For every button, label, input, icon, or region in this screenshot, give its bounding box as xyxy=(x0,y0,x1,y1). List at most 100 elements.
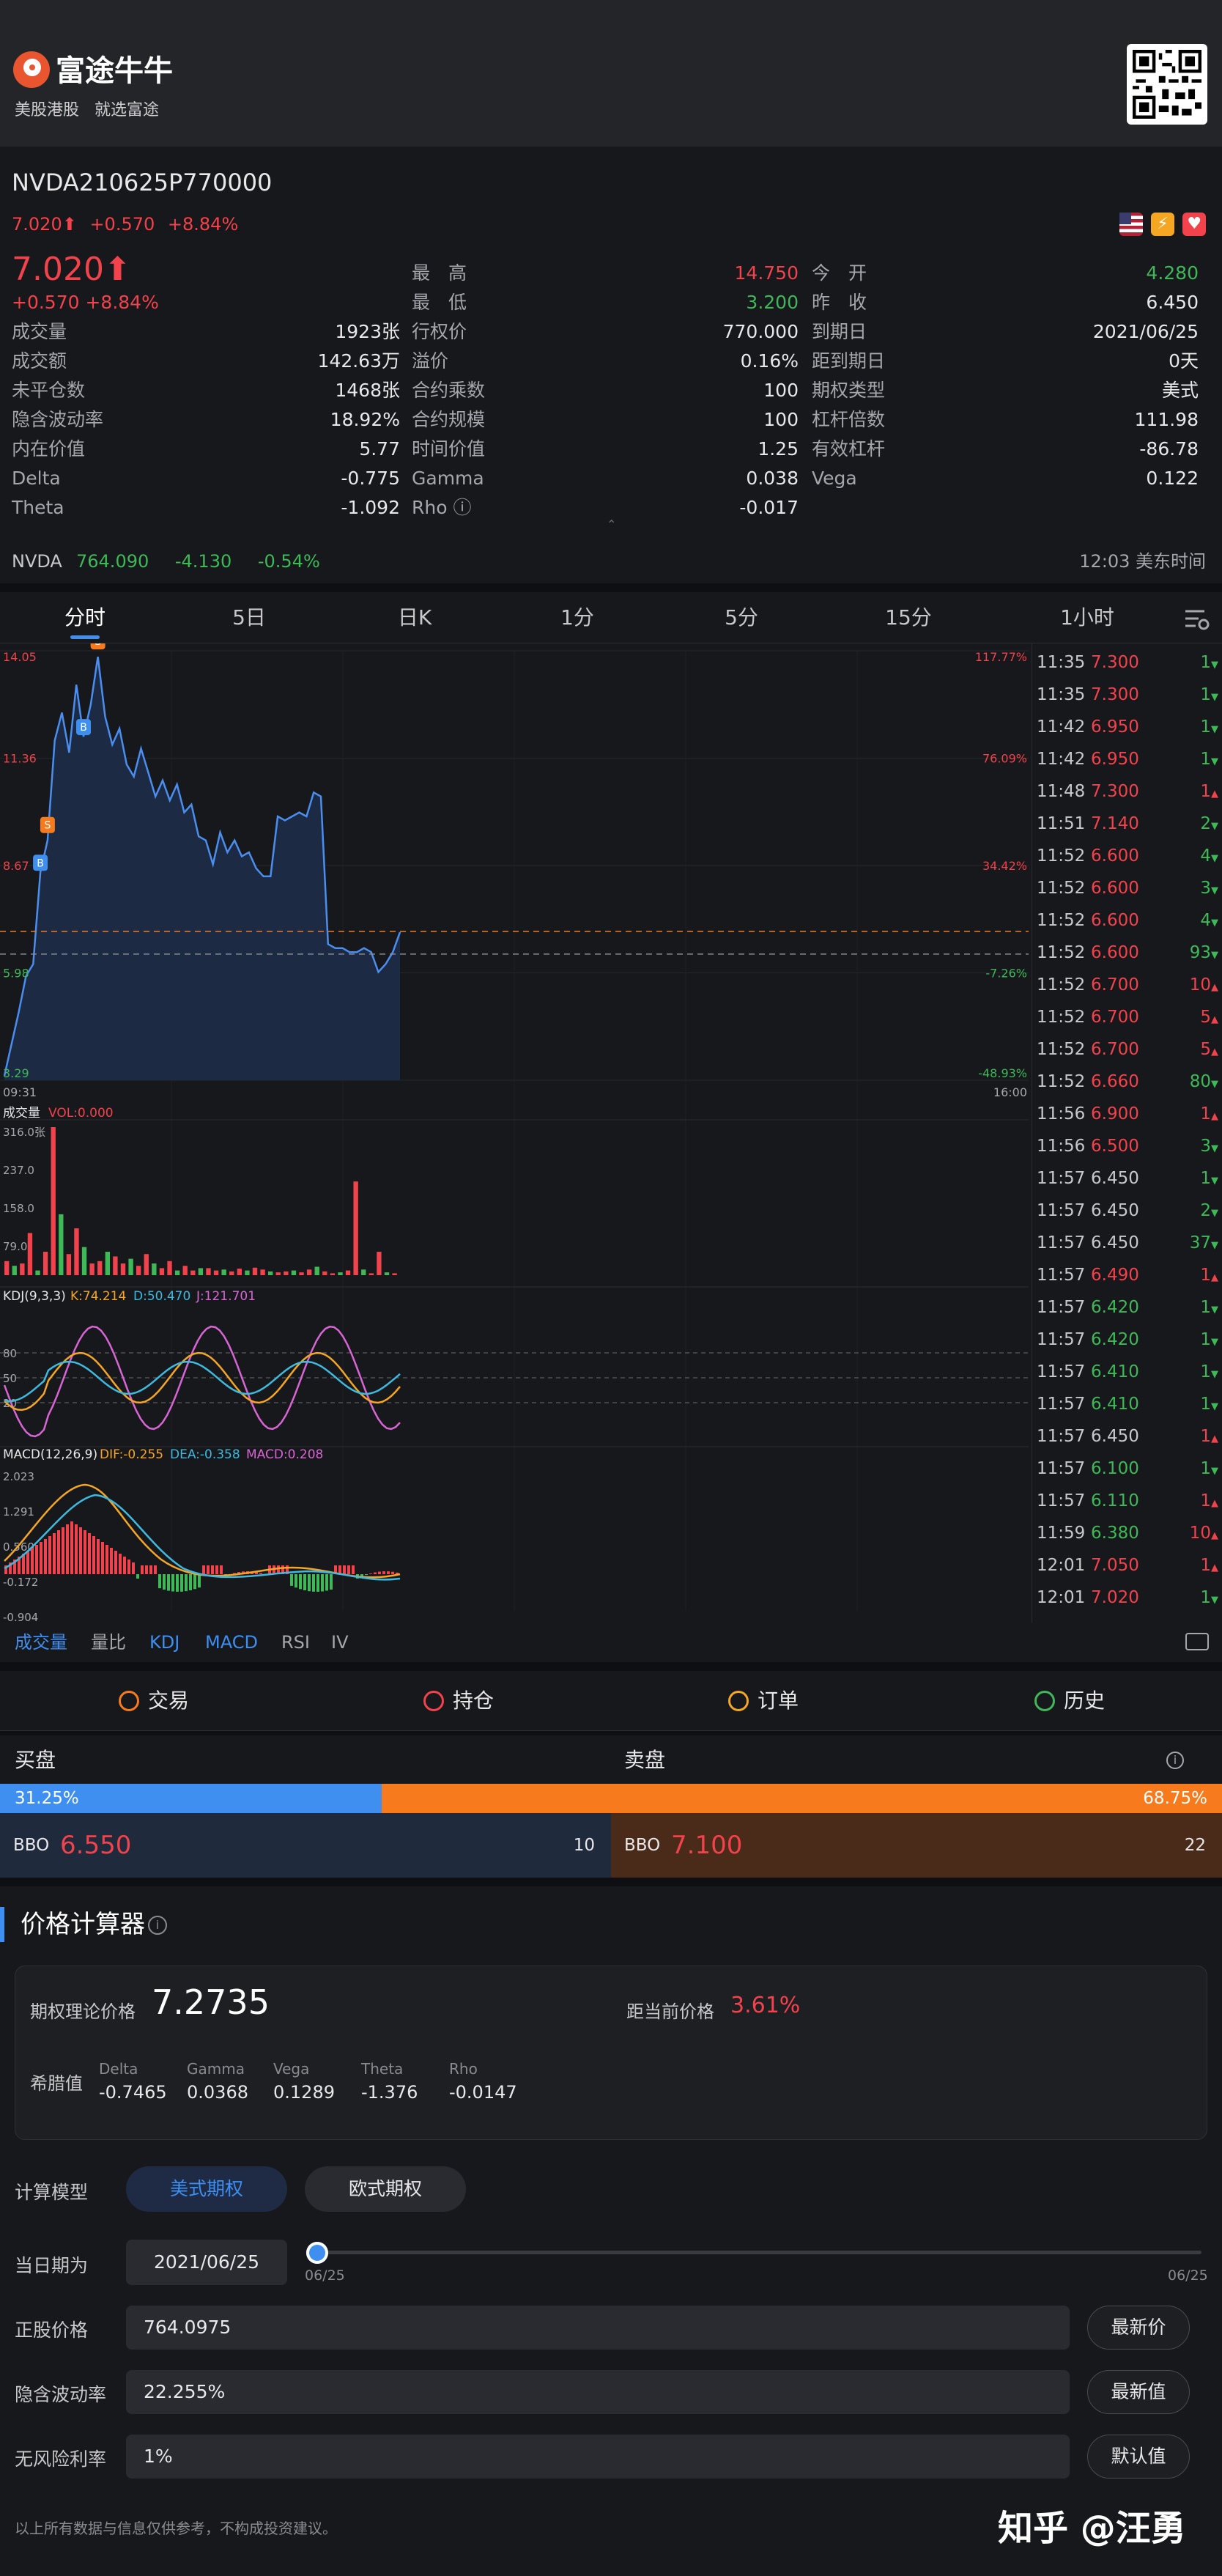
stat-row: 溢价 0.16% xyxy=(412,349,799,374)
trade-price: 6.600 xyxy=(1091,846,1139,866)
macd-bar xyxy=(374,1572,377,1574)
action-1[interactable]: 持仓 xyxy=(423,1671,494,1731)
trade-qty: 1▲ xyxy=(1200,1549,1218,1584)
date-slider-track[interactable] xyxy=(316,2251,1201,2254)
time-and-sales-list[interactable]: 11:35 7.300 1▼ 11:35 7.300 1▼ 11:42 6.950 1▼ 11:4… xyxy=(1032,643,1222,1623)
trade-row[interactable]: 11:56 6.900 1▲ xyxy=(1032,1098,1222,1130)
tab-4[interactable]: 5分 xyxy=(725,592,758,643)
keyboard-icon[interactable] xyxy=(1185,1633,1209,1650)
trade-row[interactable]: 11:52 6.700 5▲ xyxy=(1032,1033,1222,1066)
trade-price: 6.380 xyxy=(1091,1524,1139,1543)
tab-3[interactable]: 1分 xyxy=(560,592,594,643)
trade-time: 11:56 xyxy=(1037,1104,1086,1123)
stat-value: 2021/06/25 xyxy=(1092,321,1199,342)
trade-row[interactable]: 11:52 6.600 4▼ xyxy=(1032,840,1222,872)
indicator-tab-3[interactable]: MACD xyxy=(205,1623,258,1662)
intraday-chart[interactable]: 14.05 11.36 8.67 5.98 3.29 117.77% 76.09% 34.42… xyxy=(0,643,1032,1623)
volume-bar xyxy=(268,1271,273,1275)
trade-qty-value: 10 xyxy=(1189,1524,1211,1543)
trade-row[interactable]: 11:57 6.100 1▼ xyxy=(1032,1453,1222,1485)
action-3[interactable]: 历史 xyxy=(1034,1671,1105,1731)
trade-row[interactable]: 11:35 7.300 1▼ xyxy=(1032,646,1222,679)
model-european-button[interactable]: 欧式期权 xyxy=(305,2166,466,2212)
default-rate-button[interactable]: 默认值 xyxy=(1087,2435,1190,2479)
indicator-tab-0[interactable]: 成交量 xyxy=(15,1623,67,1662)
trade-row[interactable]: 11:42 6.950 1▼ xyxy=(1032,711,1222,743)
trade-qty-value: 1 xyxy=(1200,1104,1211,1123)
trade-row[interactable]: 11:56 6.500 3▼ xyxy=(1032,1130,1222,1162)
divider xyxy=(0,1878,1222,1886)
trade-qty-value: 1 xyxy=(1200,1362,1211,1381)
underlying-quote-bar[interactable]: NVDA 764.090 -4.130 -0.54% 12:03 美东时间 xyxy=(0,542,1222,580)
model-american-button[interactable]: 美式期权 xyxy=(126,2166,287,2212)
trade-row[interactable]: 11:59 6.380 10▲ xyxy=(1032,1517,1222,1549)
trade-row[interactable]: 11:52 6.700 5▲ xyxy=(1032,1001,1222,1033)
trade-row[interactable]: 12:01 7.050 1▲ xyxy=(1032,1549,1222,1582)
trade-row[interactable]: 11:51 7.140 2▼ xyxy=(1032,808,1222,840)
best-ask[interactable]: BBO 7.100 22 xyxy=(611,1813,1222,1878)
qr-code-icon[interactable] xyxy=(1127,44,1207,125)
tab-0[interactable]: 分时 xyxy=(64,592,105,643)
trade-row[interactable]: 11:57 6.450 1▼ xyxy=(1032,1162,1222,1195)
bid-percent: 31.25% xyxy=(15,1789,79,1808)
distance-value: 3.61% xyxy=(730,1993,801,2018)
trade-row[interactable]: 11:57 6.420 1▼ xyxy=(1032,1291,1222,1324)
date-field[interactable]: 2021/06/25 xyxy=(126,2240,287,2285)
trade-row[interactable]: 11:57 6.490 1▲ xyxy=(1032,1259,1222,1291)
trade-row[interactable]: 11:52 6.660 80▼ xyxy=(1032,1066,1222,1098)
action-label: 历史 xyxy=(1063,1689,1106,1713)
trade-qty: 2▼ xyxy=(1200,1195,1218,1230)
trade-row[interactable]: 11:57 6.450 1▲ xyxy=(1032,1420,1222,1453)
iv-input[interactable]: 22.255% xyxy=(126,2370,1070,2414)
indicator-tab-1[interactable]: 量比 xyxy=(91,1623,126,1662)
kdj-axis-label: 80 xyxy=(3,1347,17,1360)
risk-free-rate-input[interactable]: 1% xyxy=(126,2435,1070,2479)
heart-icon[interactable]: ♥ xyxy=(1182,213,1207,236)
trade-row[interactable]: 11:57 6.410 1▼ xyxy=(1032,1356,1222,1388)
trade-row[interactable]: 11:52 6.600 3▼ xyxy=(1032,872,1222,904)
tab-2[interactable]: 日K xyxy=(398,592,432,643)
date-slider-handle[interactable] xyxy=(306,2242,328,2264)
trade-row[interactable]: 11:52 6.600 4▼ xyxy=(1032,904,1222,937)
action-0[interactable]: 交易 xyxy=(118,1671,189,1731)
latest-price-button[interactable]: 最新价 xyxy=(1087,2306,1190,2350)
macd-title: MACD(12,26,9) xyxy=(3,1447,97,1462)
trade-row[interactable]: 11:57 6.450 37▼ xyxy=(1032,1227,1222,1259)
trade-time: 11:52 xyxy=(1037,943,1086,962)
trade-row[interactable]: 11:35 7.300 1▼ xyxy=(1032,679,1222,711)
info-icon[interactable]: i xyxy=(1166,1752,1184,1769)
trade-time: 11:42 xyxy=(1037,717,1086,737)
action-2[interactable]: 订单 xyxy=(727,1671,799,1731)
trade-row[interactable]: 11:57 6.420 1▼ xyxy=(1032,1324,1222,1356)
collapse-chevron-icon[interactable]: ⌃ xyxy=(607,517,616,531)
trade-row[interactable]: 11:52 6.600 93▼ xyxy=(1032,937,1222,969)
trade-row[interactable]: 12:01 7.020 1▼ xyxy=(1032,1582,1222,1614)
indicator-tab-4[interactable]: RSI xyxy=(281,1623,310,1662)
spot-price-input[interactable]: 764.0975 xyxy=(126,2306,1070,2350)
trade-qty: 1▼ xyxy=(1200,1162,1218,1197)
trade-row[interactable]: 11:57 6.450 2▼ xyxy=(1032,1195,1222,1227)
macd-bar xyxy=(198,1574,201,1588)
best-bid[interactable]: BBO 6.550 10 xyxy=(0,1813,611,1878)
chart-settings-icon[interactable] xyxy=(1184,607,1210,630)
info-icon[interactable]: i xyxy=(148,1916,167,1935)
tab-6[interactable]: 1小时 xyxy=(1060,592,1114,643)
tab-5[interactable]: 15分 xyxy=(885,592,932,643)
trade-row[interactable]: 11:52 6.700 10▲ xyxy=(1032,969,1222,1001)
trade-row[interactable]: 11:42 6.950 1▼ xyxy=(1032,743,1222,775)
trade-row[interactable]: 11:48 7.300 1▲ xyxy=(1032,775,1222,808)
stat-label: 内在价值 xyxy=(12,438,86,460)
latest-iv-button[interactable]: 最新值 xyxy=(1087,2370,1190,2414)
stat-row: 行权价 770.000 xyxy=(412,320,799,344)
trade-qty: 5▲ xyxy=(1200,1033,1218,1069)
macd-dea: DEA:-0.358 xyxy=(170,1447,240,1462)
indicator-tab-2[interactable]: KDJ xyxy=(149,1623,179,1662)
down-arrow-icon: ▼ xyxy=(1211,1466,1218,1477)
indicator-tab-5[interactable]: IV xyxy=(331,1623,349,1662)
trade-row[interactable]: 11:57 6.410 1▼ xyxy=(1032,1388,1222,1420)
stat-label: 杠杆倍数 xyxy=(812,409,886,430)
trade-row[interactable]: 11:57 6.110 1▲ xyxy=(1032,1485,1222,1517)
up-arrow-icon: ▲ xyxy=(1211,982,1218,993)
tab-1[interactable]: 5日 xyxy=(232,592,266,643)
stat-value: 1468张 xyxy=(335,380,400,401)
